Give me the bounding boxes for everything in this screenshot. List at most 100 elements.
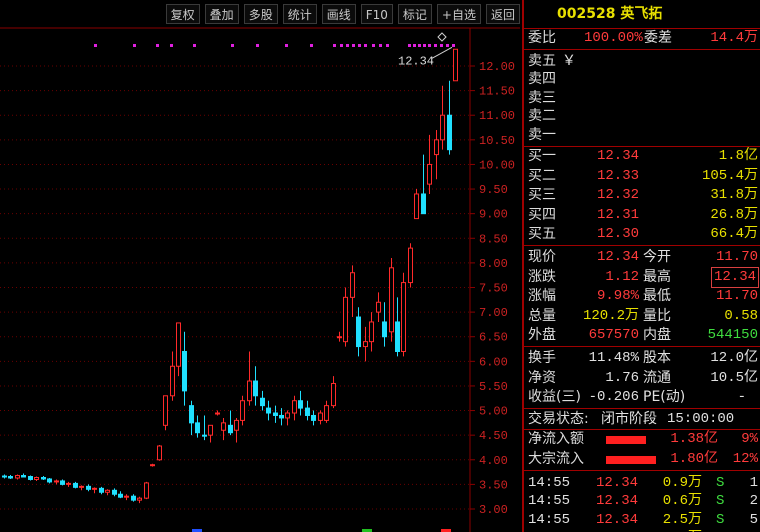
stock-name: 英飞拓 xyxy=(620,6,663,22)
toolbar-button-6[interactable]: 标记 xyxy=(397,4,432,24)
toolbar-button-2[interactable]: 多股 xyxy=(243,4,278,24)
signal-marker xyxy=(423,44,426,47)
y-tick-label: 5.50 xyxy=(479,380,508,394)
volume-ratio-label: 量比 xyxy=(643,307,671,324)
toolbar-button-5[interactable]: F10 xyxy=(360,4,393,24)
last-price-label: 12.34 xyxy=(398,54,434,68)
buy-price: 12.30 xyxy=(596,226,639,243)
toolbar-button-3[interactable]: 统计 xyxy=(282,4,317,24)
candle-body xyxy=(324,405,329,421)
candle-body xyxy=(440,114,445,141)
pe-label: PE(动) xyxy=(643,389,686,406)
sell-order-row: 卖五 ￥ xyxy=(524,52,760,71)
candle-body xyxy=(73,482,78,488)
candle-body xyxy=(124,495,129,498)
candle-body xyxy=(195,422,200,434)
buy-price: 12.33 xyxy=(596,167,639,184)
toolbar-button-8[interactable]: 返回 xyxy=(485,4,520,24)
candle-body xyxy=(60,480,65,485)
commission-row: 委比 100.00% 委差 14.4万 xyxy=(524,29,760,49)
candle-body xyxy=(163,395,168,426)
candle-body xyxy=(434,139,439,156)
candle-body xyxy=(389,267,394,333)
candle-body xyxy=(395,321,400,352)
candle-body xyxy=(266,407,271,414)
capital-flow-row: 净流入额 1.38亿 9% xyxy=(524,430,760,450)
sell-order-row: 卖四 xyxy=(524,70,760,89)
toolbar-button-1[interactable]: 叠加 xyxy=(204,4,239,24)
net-asset-label: 净资 xyxy=(528,369,556,386)
buy-level-label: 买二 xyxy=(528,167,556,184)
candle-body xyxy=(260,397,265,407)
last-price-leader xyxy=(431,46,453,59)
quote-panel: 002528 英飞拓 委比 100.00% 委差 14.4万 卖五 ￥ 卖四 卖三 卖二… xyxy=(522,0,760,532)
buy-order-row: 买二 12.33 105.4万 xyxy=(524,167,760,187)
kline-chart-panel[interactable]: 12.00 11.50 11.00 10.50 10.00 9.50 9.00 8.50 8.0… xyxy=(0,0,520,532)
buy-orders: 买一 12.34 1.8亿 买二 12.33 105.4万 买三 12.32 31.8万 买四 12… xyxy=(524,147,760,245)
candle-body xyxy=(131,495,136,501)
buy-price: 12.31 xyxy=(596,206,639,223)
candle-body xyxy=(221,422,226,431)
capital-flow-row: 大宗流入 1.80亿 12% xyxy=(524,450,760,470)
buy-level-label: 买三 xyxy=(528,187,556,204)
tick-list[interactable]: 14:55 12.34 0.9万 S 1 14:55 12.34 0.6万 S 2 14:55 12.… xyxy=(524,471,760,532)
y-tick-label: 11.00 xyxy=(479,109,515,123)
tick-side: S xyxy=(716,474,725,491)
kline-chart[interactable]: 12.00 11.50 11.00 10.50 10.00 9.50 9.00 8.50 8.0… xyxy=(0,0,520,532)
tick-side: S xyxy=(716,511,725,528)
diamond-icon xyxy=(437,32,447,42)
sell-order-row: 卖一 xyxy=(524,126,760,145)
y-tick-label: 6.00 xyxy=(479,355,508,369)
share-capital: 12.0亿 xyxy=(710,350,758,367)
toolbar-button-4[interactable]: 画线 xyxy=(321,4,356,24)
buy-price: 12.34 xyxy=(596,148,639,165)
commission-ratio-label: 委比 xyxy=(528,30,556,46)
tick-volume: 2.5万 xyxy=(662,511,702,528)
tick-volume: 0.6万 xyxy=(662,493,702,510)
y-tick-label: 11.50 xyxy=(479,85,515,99)
sell-level-label: 卖五 xyxy=(528,52,556,69)
candle-body xyxy=(453,48,458,82)
toolbar-button-0[interactable]: 复权 xyxy=(165,4,200,24)
price-change: 1.12 xyxy=(605,268,639,285)
buy-order-row: 买五 12.30 66.4万 xyxy=(524,225,760,245)
buy-volume: 26.8万 xyxy=(710,206,758,223)
buy-order-row: 买四 12.31 26.8万 xyxy=(524,206,760,226)
open-label: 今开 xyxy=(643,249,671,266)
tick-price: 12.34 xyxy=(595,511,638,528)
candle-body xyxy=(285,412,290,419)
current-price: 12.34 xyxy=(596,249,639,266)
candle-body xyxy=(414,193,419,220)
signal-marker xyxy=(358,44,361,47)
commission-diff-label: 委差 xyxy=(644,30,672,46)
candle-body xyxy=(157,445,162,461)
candle-body xyxy=(137,497,142,501)
commission-ratio-value: 100.00% xyxy=(584,30,643,46)
candle-body xyxy=(176,322,181,367)
commission-diff-value: 14.4万 xyxy=(710,30,758,46)
high-price: 12.34 xyxy=(710,266,760,289)
volume-ratio: 0.58 xyxy=(724,307,758,324)
tick-row: 14:55 12.34 0.6万 S 2 xyxy=(524,492,760,511)
candle-body xyxy=(202,434,207,437)
buy-level-label: 买四 xyxy=(528,206,556,223)
open-price: 11.70 xyxy=(715,249,758,266)
inner-volume: 544150 xyxy=(707,327,758,344)
flow-bar xyxy=(606,436,646,445)
candle-body xyxy=(189,405,194,424)
price-change-pct: 9.98% xyxy=(596,288,639,305)
flow-value: 1.38亿 xyxy=(670,431,718,448)
signal-marker xyxy=(94,44,97,47)
candle-body xyxy=(311,414,316,421)
turnover: 11.48% xyxy=(588,350,639,367)
signal-marker xyxy=(379,44,382,47)
toolbar-button-7[interactable]: +自选 xyxy=(436,4,481,24)
outer-volume: 657570 xyxy=(588,327,639,344)
signal-marker xyxy=(310,44,313,47)
buy-volume: 66.4万 xyxy=(710,226,758,243)
low-price: 11.70 xyxy=(715,288,758,305)
candle-body xyxy=(8,476,13,479)
y-tick-label: 5.00 xyxy=(479,405,508,419)
buy-volume: 105.4万 xyxy=(701,167,758,184)
volume-label: 总量 xyxy=(528,307,556,324)
